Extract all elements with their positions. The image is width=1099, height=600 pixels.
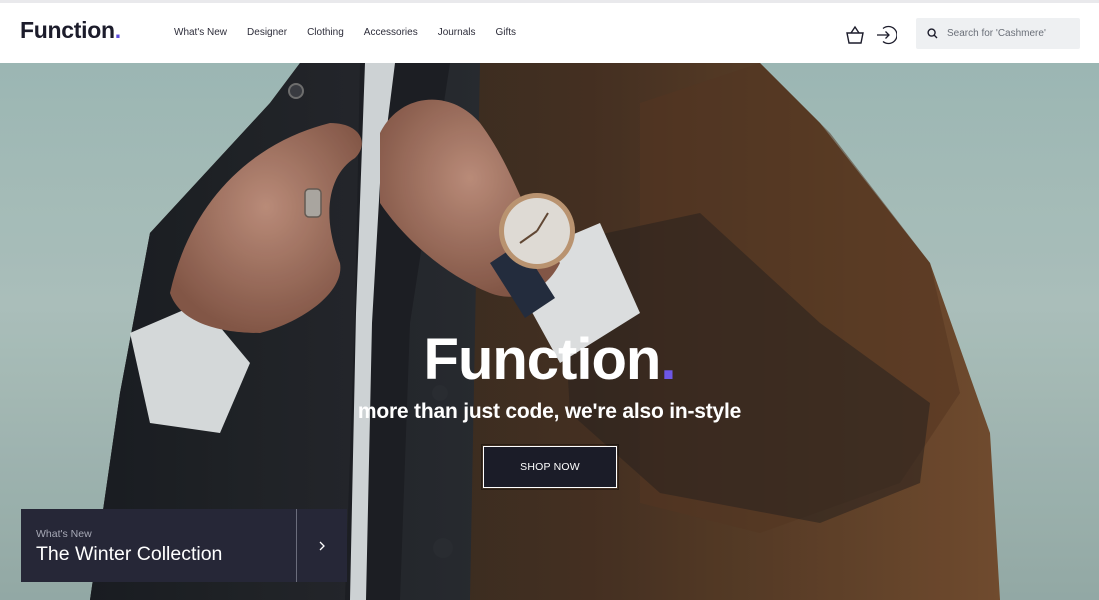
nav-item-journals[interactable]: Journals [438, 27, 476, 38]
chevron-right-icon [319, 541, 325, 550]
nav-item-gifts[interactable]: Gifts [496, 27, 517, 38]
nav-item-accessories[interactable]: Accessories [364, 27, 418, 38]
promo-card[interactable]: What's New The Winter Collection [21, 509, 347, 582]
promo-card-text: What's New The Winter Collection [21, 509, 296, 582]
shop-now-button[interactable]: SHOP NOW [481, 444, 619, 490]
site-logo[interactable]: Function. [20, 17, 121, 44]
nav-item-designer[interactable]: Designer [247, 27, 287, 38]
shopping-bag-icon[interactable] [842, 22, 868, 48]
nav-item-whats-new[interactable]: What's New [174, 27, 227, 38]
search-input[interactable] [947, 28, 1072, 39]
promo-card-kicker: What's New [36, 528, 92, 540]
hero-title: Function. [423, 327, 677, 392]
search-box[interactable] [916, 18, 1080, 49]
promo-card-title: The Winter Collection [36, 543, 223, 565]
nav-item-clothing[interactable]: Clothing [307, 27, 344, 38]
login-arrow-icon[interactable] [873, 22, 899, 48]
hero-tagline: more than just code, we're also in-style [357, 400, 742, 423]
site-header: Function. What's New Designer Clothing A… [0, 3, 1099, 63]
search-icon[interactable] [925, 27, 939, 41]
hero-banner: Function. more than just code, we're als… [0, 63, 1099, 600]
main-nav: What's New Designer Clothing Accessories… [174, 27, 536, 38]
promo-card-arrow-button[interactable] [296, 509, 347, 582]
